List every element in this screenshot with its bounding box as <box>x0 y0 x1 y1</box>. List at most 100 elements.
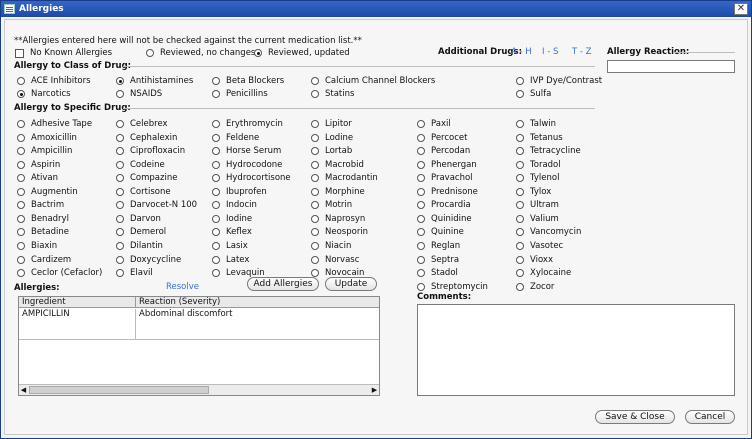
class-option-radio[interactable] <box>17 77 25 85</box>
drug-option-radio[interactable] <box>212 120 220 128</box>
drug-option-radio[interactable] <box>212 133 220 142</box>
class-option-radio[interactable] <box>212 77 220 85</box>
drug-option-radio[interactable] <box>212 269 220 278</box>
drug-option-radio[interactable] <box>417 241 425 250</box>
scroll-right-icon[interactable]: ▶ <box>370 386 379 395</box>
reviewed-updated-radio[interactable] <box>254 49 262 57</box>
ingredient-column-header[interactable]: Ingredient <box>19 297 136 308</box>
drug-option-radio[interactable] <box>311 174 319 183</box>
drug-option-radio[interactable] <box>516 160 524 169</box>
drug-option-radio[interactable] <box>311 120 319 128</box>
drug-option-radio[interactable] <box>116 201 124 210</box>
drug-option-radio[interactable] <box>212 241 220 250</box>
additional-drugs-i-s-link[interactable]: I - S <box>542 47 558 57</box>
drug-option-radio[interactable] <box>17 241 25 250</box>
drug-option-radio[interactable] <box>516 201 524 210</box>
drug-option-radio[interactable] <box>417 160 425 169</box>
drug-option-radio[interactable] <box>311 255 319 264</box>
update-button[interactable]: Update <box>325 277 377 291</box>
drug-option-radio[interactable] <box>516 241 524 250</box>
drug-option-radio[interactable] <box>116 214 124 223</box>
class-option-radio[interactable] <box>116 90 124 98</box>
drug-option-radio[interactable] <box>212 147 220 156</box>
drug-option-radio[interactable] <box>311 133 319 142</box>
drug-option-radio[interactable] <box>116 228 124 237</box>
allergy-reaction-input[interactable] <box>607 60 735 73</box>
scroll-thumb[interactable] <box>29 386 209 394</box>
drug-option-radio[interactable] <box>516 174 524 183</box>
resolve-link[interactable]: Resolve <box>166 282 199 292</box>
drug-option-radio[interactable] <box>212 255 220 264</box>
drug-option-radio[interactable] <box>17 255 25 264</box>
drug-option-radio[interactable] <box>417 269 425 278</box>
drug-option-radio[interactable] <box>417 133 425 142</box>
drug-option-radio[interactable] <box>17 160 25 169</box>
drug-option-radio[interactable] <box>516 147 524 156</box>
class-option-radio[interactable] <box>516 77 524 85</box>
save-close-button[interactable]: Save & Close <box>595 410 675 424</box>
drug-option-radio[interactable] <box>17 228 25 237</box>
class-option-radio[interactable] <box>17 90 25 98</box>
drug-option-radio[interactable] <box>116 255 124 264</box>
drug-option-radio[interactable] <box>417 228 425 237</box>
drug-option-radio[interactable] <box>516 187 524 196</box>
horizontal-scrollbar[interactable]: ◀ ▶ <box>19 384 379 395</box>
reviewed-no-changes-radio[interactable] <box>146 49 154 57</box>
drug-option-radio[interactable] <box>311 160 319 169</box>
drug-option-radio[interactable] <box>17 187 25 196</box>
drug-option-radio[interactable] <box>116 147 124 156</box>
drug-option-radio[interactable] <box>417 255 425 264</box>
drug-option-radio[interactable] <box>311 147 319 156</box>
drug-option-radio[interactable] <box>212 174 220 183</box>
drug-option-radio[interactable] <box>116 269 124 278</box>
drug-option-radio[interactable] <box>116 187 124 196</box>
drug-option-radio[interactable] <box>17 120 25 128</box>
drug-option-radio[interactable] <box>212 201 220 210</box>
drug-option-radio[interactable] <box>516 282 524 291</box>
drug-option-radio[interactable] <box>17 174 25 183</box>
drug-option-radio[interactable] <box>311 241 319 250</box>
scroll-left-icon[interactable]: ◀ <box>19 386 28 395</box>
additional-drugs-a-h-link[interactable]: A - H <box>511 47 532 57</box>
drug-option-radio[interactable] <box>212 228 220 237</box>
class-option-radio[interactable] <box>116 77 124 85</box>
drug-option-radio[interactable] <box>17 201 25 210</box>
drug-option-radio[interactable] <box>516 120 524 128</box>
drug-option-radio[interactable] <box>311 187 319 196</box>
drug-option-radio[interactable] <box>417 174 425 183</box>
drug-option-radio[interactable] <box>116 133 124 142</box>
additional-drugs-t-z-link[interactable]: T - Z <box>572 47 592 57</box>
comments-textarea[interactable] <box>417 304 735 396</box>
add-allergies-button[interactable]: Add Allergies <box>247 277 319 291</box>
class-option-radio[interactable] <box>212 90 220 98</box>
drug-option-radio[interactable] <box>116 174 124 183</box>
drug-option-radio[interactable] <box>311 228 319 237</box>
drug-option-radio[interactable] <box>516 133 524 142</box>
drug-option-radio[interactable] <box>17 269 25 278</box>
drug-option-radio[interactable] <box>212 214 220 223</box>
drug-option-radio[interactable] <box>116 160 124 169</box>
drug-option-radio[interactable] <box>417 282 425 291</box>
drug-option-radio[interactable] <box>212 187 220 196</box>
drug-option-radio[interactable] <box>311 269 319 278</box>
drug-option-radio[interactable] <box>17 147 25 156</box>
drug-option-radio[interactable] <box>417 187 425 196</box>
drug-option-radio[interactable] <box>116 120 124 128</box>
drug-option-radio[interactable] <box>17 214 25 223</box>
drug-option-radio[interactable] <box>311 214 319 223</box>
drug-option-radio[interactable] <box>212 160 220 169</box>
drug-option-radio[interactable] <box>417 147 425 156</box>
drug-option-radio[interactable] <box>417 214 425 223</box>
class-option-radio[interactable] <box>516 90 524 98</box>
drug-option-radio[interactable] <box>516 255 524 264</box>
drug-option-radio[interactable] <box>17 133 25 142</box>
drug-option-radio[interactable] <box>417 120 425 128</box>
reaction-column-header[interactable]: Reaction (Severity) <box>136 297 379 308</box>
drug-option-radio[interactable] <box>417 201 425 210</box>
drug-option-radio[interactable] <box>516 228 524 237</box>
no-known-allergies-checkbox[interactable] <box>15 49 24 58</box>
close-button[interactable]: ✕ <box>734 3 748 15</box>
class-option-radio[interactable] <box>311 90 319 98</box>
drug-option-radio[interactable] <box>516 214 524 223</box>
cancel-button[interactable]: Cancel <box>685 410 735 424</box>
